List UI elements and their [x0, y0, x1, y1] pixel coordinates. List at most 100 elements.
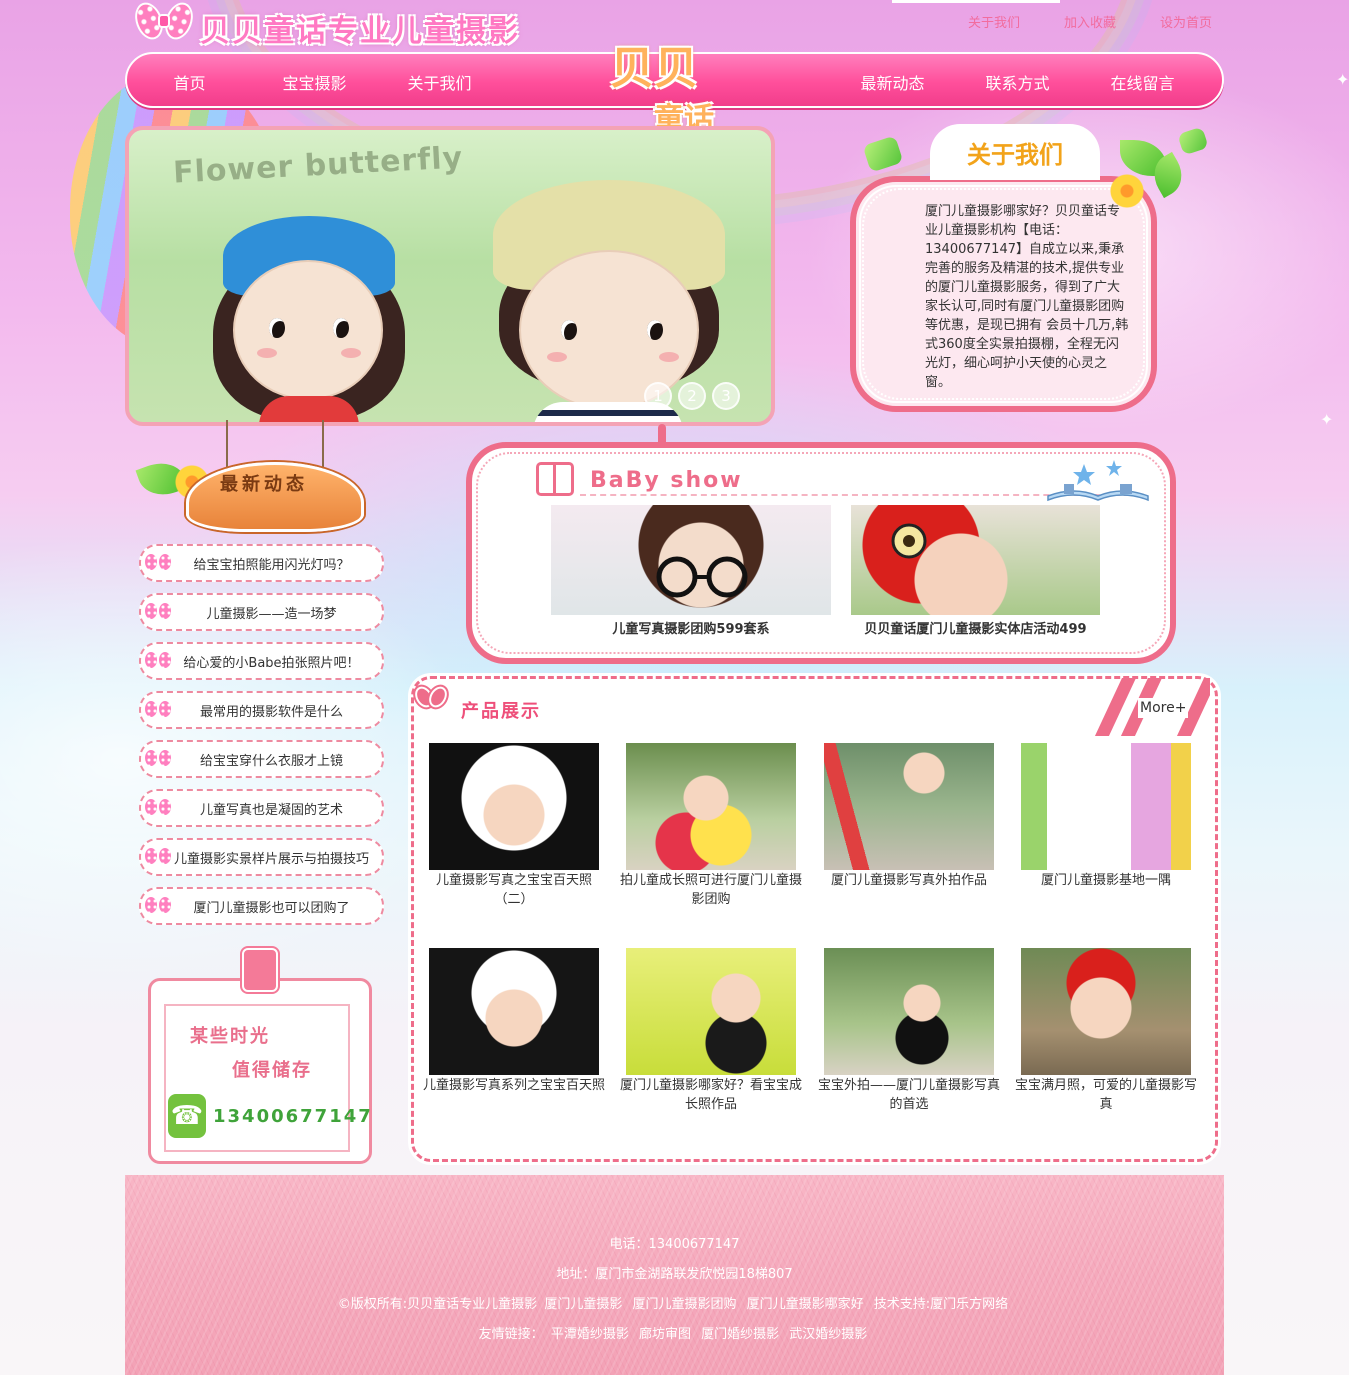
- baby-show-card[interactable]: 儿童写真摄影团购599套系: [551, 505, 831, 645]
- friend-links-label: 友情链接：: [478, 1327, 544, 1342]
- product-photo: [429, 743, 599, 870]
- news-item-label: 给宝宝穿什么衣服才上镜: [199, 753, 343, 769]
- product-caption: 厦门儿童摄影基地一隅: [1040, 873, 1171, 888]
- glasses-icon: [656, 556, 748, 598]
- baby-show-title: BaBy show: [590, 468, 743, 493]
- friend-link[interactable]: 廊坊审图: [639, 1327, 691, 1342]
- copyright-text: ©版权所有:贝贝童话专业儿童摄影: [337, 1297, 538, 1312]
- product-photo: [626, 948, 796, 1075]
- news-sign: 最新动态: [186, 456, 364, 536]
- bow-icon: [411, 683, 451, 722]
- friend-link[interactable]: 武汉婚纱摄影: [789, 1327, 867, 1342]
- top-bar-strip: [892, 0, 1060, 3]
- footer-friend-links: 友情链接： 平潭婚纱摄影 廊坊审图 厦门婚纱摄影 武汉婚纱摄影: [125, 1323, 1224, 1342]
- gem-icon: [1177, 126, 1209, 156]
- product-item[interactable]: 宝宝外拍——厦门儿童摄影写真的首选: [815, 948, 1003, 1114]
- news-item[interactable]: 儿童写真也是凝固的艺术: [139, 789, 384, 827]
- sparkle-icon: ✦: [1336, 70, 1349, 89]
- banner-slideshow[interactable]: Flower butterfly: [125, 126, 775, 426]
- nav-message[interactable]: 在线留言: [1080, 70, 1205, 94]
- product-caption: 宝宝外拍——厦门儿童摄影写真的首选: [817, 1078, 1000, 1112]
- about-title: 关于我们: [930, 124, 1100, 180]
- news-item[interactable]: 儿童摄影——造一场梦: [139, 593, 384, 631]
- news-list: 给宝宝拍照能用闪光灯吗？ 儿童摄影——造一场梦 给心爱的小Babe拍张照片吧！ …: [139, 544, 384, 936]
- product-item[interactable]: 儿童摄影写真系列之宝宝百天照: [420, 948, 608, 1095]
- nav-news[interactable]: 最新动态: [830, 70, 955, 94]
- footer-link[interactable]: 厦门儿童摄影: [544, 1297, 622, 1312]
- nav-about[interactable]: 关于我们: [377, 70, 502, 94]
- news-item-label: 儿童写真也是凝固的艺术: [199, 802, 343, 818]
- clip-icon: [242, 948, 278, 992]
- product-item[interactable]: 厦门儿童摄影基地一隅: [1012, 743, 1200, 890]
- bow-icon: [145, 603, 171, 621]
- friend-link[interactable]: 厦门婚纱摄影: [701, 1327, 779, 1342]
- news-item-label: 给心爱的小Babe拍张照片吧！: [183, 655, 360, 671]
- news-item-label: 厦门儿童摄影也可以团购了: [193, 900, 350, 916]
- bow-icon: [145, 701, 171, 719]
- memo-line1: 某些时光: [190, 1026, 270, 1047]
- tech-support-link[interactable]: 技术支持:厦门乐方网络: [874, 1297, 1008, 1312]
- bow-icon: [145, 554, 171, 572]
- news-title: 最新动态: [220, 474, 308, 495]
- footer-phone: 电话：13400677147: [609, 1237, 740, 1252]
- product-item[interactable]: 儿童摄影写真之宝宝百天照（二）: [420, 743, 608, 909]
- baby-show-caption: 儿童写真摄影团购599套系: [551, 615, 831, 645]
- product-item[interactable]: 拍儿童成长照可进行厦门儿童摄影团购: [617, 743, 805, 909]
- logo-bow-icon: [130, 0, 198, 44]
- sparkle-icon: ✦: [1320, 410, 1334, 429]
- bow-icon: [145, 848, 171, 866]
- center-logo[interactable]: 贝贝 童话: [608, 22, 738, 138]
- top-link-bookmark[interactable]: 加入收藏: [1064, 12, 1116, 31]
- more-link[interactable]: More+: [1138, 698, 1189, 718]
- friend-link[interactable]: 平潭婚纱摄影: [551, 1327, 629, 1342]
- banner-pagination: 1 2 3: [644, 382, 740, 410]
- product-item[interactable]: 厦门儿童摄影哪家好？看宝宝成长照作品: [617, 948, 805, 1114]
- news-item-label: 儿童摄影实景样片展示与拍摄技巧: [173, 851, 369, 867]
- news-item[interactable]: 厦门儿童摄影也可以团购了: [139, 887, 384, 925]
- bow-icon: [145, 750, 171, 768]
- news-item[interactable]: 给宝宝穿什么衣服才上镜: [139, 740, 384, 778]
- footer-link[interactable]: 厦门儿童摄影哪家好: [747, 1297, 864, 1312]
- nav-home[interactable]: 首页: [127, 70, 252, 94]
- product-item[interactable]: 厦门儿童摄影写真外拍作品: [815, 743, 1003, 890]
- news-item-label: 最常用的摄影软件是什么: [199, 704, 343, 720]
- knit-hat-icon: [891, 523, 927, 559]
- memo-phone-number: 13400677147: [213, 1106, 373, 1127]
- product-item[interactable]: 宝宝满月照，可爱的儿童摄影写真: [1012, 948, 1200, 1114]
- top-link-homepage[interactable]: 设为首页: [1160, 12, 1212, 31]
- news-item[interactable]: 儿童摄影实景样片展示与拍摄技巧: [139, 838, 384, 876]
- news-item[interactable]: 最常用的摄影软件是什么: [139, 691, 384, 729]
- footer-copyright: ©版权所有:贝贝童话专业儿童摄影 厦门儿童摄影 厦门儿童摄影团购 厦门儿童摄影哪…: [125, 1293, 1224, 1312]
- baby-show-card[interactable]: 贝贝童话厦门儿童摄影实体店活动499: [851, 505, 1100, 645]
- news-item[interactable]: 给宝宝拍照能用闪光灯吗？: [139, 544, 384, 582]
- girl-doll-image: [199, 200, 419, 422]
- product-caption: 厦门儿童摄影哪家好？看宝宝成长照作品: [619, 1078, 802, 1112]
- news-item[interactable]: 给心爱的小Babe拍张照片吧！: [139, 642, 384, 680]
- banner-dot-2[interactable]: 2: [678, 382, 706, 410]
- nav-baby-photo[interactable]: 宝宝摄影: [252, 70, 377, 94]
- banner-background-text: Flower butterfly: [172, 140, 464, 191]
- baby-show-photo: [851, 505, 1100, 615]
- open-book-icon: [1047, 460, 1149, 502]
- gift-icon: [536, 462, 574, 496]
- product-photo: [824, 743, 994, 870]
- footer-link[interactable]: 厦门儿童摄影团购: [632, 1297, 736, 1312]
- footer-address: 地址：厦门市金湖路联发欣悦园18梯807: [556, 1267, 793, 1282]
- top-link-about[interactable]: 关于我们: [968, 12, 1020, 31]
- baby-show-photo: [551, 505, 831, 615]
- phone-icon: ☎: [168, 1094, 206, 1138]
- bow-icon: [145, 799, 171, 817]
- product-photo: [1021, 743, 1191, 870]
- center-logo-line1: 贝贝: [610, 43, 698, 94]
- product-photo: [429, 948, 599, 1075]
- baby-show-caption: 贝贝童话厦门儿童摄影实体店活动499: [851, 615, 1100, 645]
- product-caption: 厦门儿童摄影写真外拍作品: [830, 873, 987, 888]
- banner-dot-3[interactable]: 3: [712, 382, 740, 410]
- product-caption: 儿童摄影写真系列之宝宝百天照: [422, 1078, 605, 1093]
- site-logo-text[interactable]: 贝贝童话专业儿童摄影: [200, 6, 520, 50]
- footer: 电话：13400677147 地址：厦门市金湖路联发欣悦园18梯807 ©版权所…: [125, 1175, 1224, 1375]
- news-item-label: 儿童摄影——造一场梦: [206, 606, 337, 622]
- banner-dot-1[interactable]: 1: [644, 382, 672, 410]
- news-item-label: 给宝宝拍照能用闪光灯吗？: [193, 557, 350, 573]
- nav-contact[interactable]: 联系方式: [955, 70, 1080, 94]
